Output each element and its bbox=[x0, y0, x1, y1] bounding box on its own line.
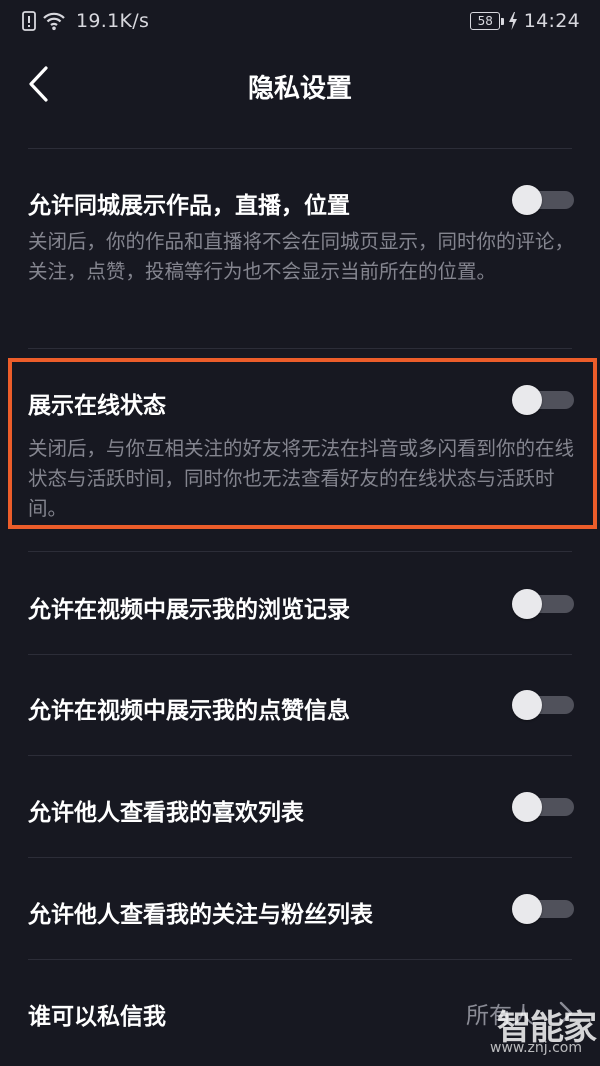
like-list-toggle[interactable] bbox=[512, 792, 574, 822]
network-speed: 19.1K/s bbox=[76, 10, 150, 32]
online-status-toggle[interactable] bbox=[512, 385, 574, 415]
page-title: 隐私设置 bbox=[247, 74, 352, 104]
battery-level: 58 bbox=[470, 12, 501, 30]
divider bbox=[28, 348, 572, 349]
setting-title: 允许他人查看我的喜欢列表 bbox=[28, 800, 304, 826]
setting-title: 允许他人查看我的关注与粉丝列表 bbox=[28, 902, 373, 928]
like-info-toggle[interactable] bbox=[512, 690, 574, 720]
browse-history-toggle[interactable] bbox=[512, 589, 574, 619]
status-right: 58 14:24 bbox=[470, 8, 580, 34]
wifi-icon bbox=[42, 11, 66, 31]
setting-title: 允许同城展示作品，直播，位置 bbox=[28, 193, 350, 219]
divider bbox=[28, 551, 572, 552]
watermark-url: www.znj.com bbox=[490, 1040, 582, 1056]
divider bbox=[28, 654, 572, 655]
setting-description: 关闭后，你的作品和直播将不会在同城页显示，同时你的评论，关注，点赞，投稿等行为也… bbox=[28, 230, 575, 283]
setting-title: 允许在视频中展示我的点赞信息 bbox=[28, 698, 350, 724]
divider bbox=[28, 857, 572, 858]
divider bbox=[28, 148, 572, 149]
setting-title: 允许在视频中展示我的浏览记录 bbox=[28, 597, 350, 623]
divider bbox=[28, 755, 572, 756]
battery-icon: 58 bbox=[470, 12, 504, 30]
setting-description: 关闭后，与你互相关注的好友将无法在抖音或多闪看到你的在线状态与活跃时间，同时你也… bbox=[28, 437, 575, 520]
watermark: 智能家 www.znj.com bbox=[480, 1000, 597, 1060]
charging-icon bbox=[508, 12, 518, 30]
setting-title: 展示在线状态 bbox=[28, 393, 166, 419]
nav-bar: 隐私设置 bbox=[0, 42, 600, 126]
status-left: 19.1K/s bbox=[22, 8, 149, 34]
status-bar: 19.1K/s 58 14:24 bbox=[0, 0, 600, 42]
clock: 14:24 bbox=[523, 10, 580, 32]
alert-icon bbox=[22, 11, 36, 31]
follow-list-toggle[interactable] bbox=[512, 894, 574, 924]
divider bbox=[28, 959, 572, 960]
same-city-toggle[interactable] bbox=[512, 185, 574, 215]
setting-title: 谁可以私信我 bbox=[28, 1004, 166, 1030]
